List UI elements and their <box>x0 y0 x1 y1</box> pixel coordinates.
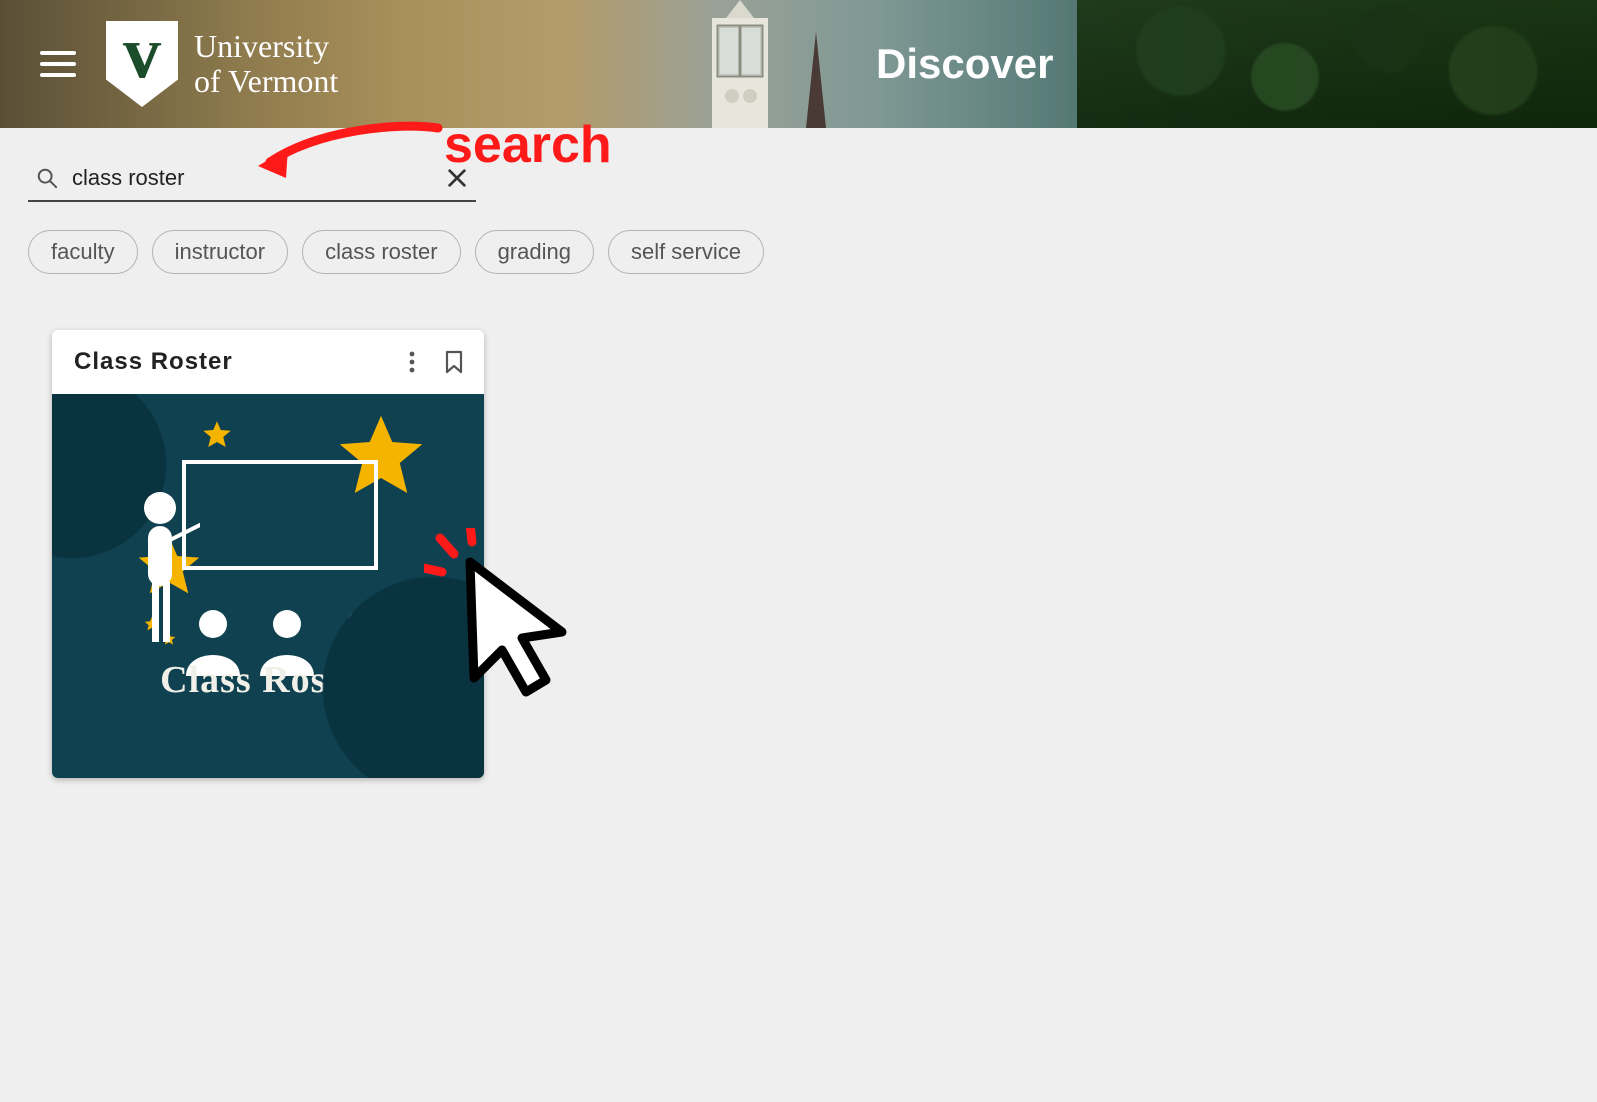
filter-chip-faculty[interactable]: faculty <box>28 230 138 274</box>
page-title: Discover <box>876 0 1053 128</box>
menu-button[interactable] <box>40 51 76 77</box>
filter-chip-instructor[interactable]: instructor <box>152 230 288 274</box>
bookmark-icon <box>445 350 463 374</box>
card-header: Class Roster <box>52 330 484 394</box>
filter-chip-self-service[interactable]: self service <box>608 230 764 274</box>
spire-illustration <box>796 32 836 128</box>
filter-chip-class-roster[interactable]: class roster <box>302 230 460 274</box>
shield-logo-icon: V <box>106 21 178 107</box>
star-icon <box>384 620 400 636</box>
annotation-search: search <box>258 116 612 186</box>
card-bookmark-button[interactable] <box>444 350 464 374</box>
card-image-label: Class Roster <box>52 658 484 702</box>
card-title: Class Roster <box>74 348 402 376</box>
trees-illustration <box>1077 0 1597 128</box>
result-card-class-roster[interactable]: Class Roster <box>52 330 484 778</box>
filter-chip-row: faculty instructor class roster grading … <box>28 230 1569 274</box>
brand-text: University of Vermont <box>194 29 338 99</box>
tower-illustration <box>680 0 800 128</box>
more-vertical-icon <box>409 351 415 373</box>
arrow-icon <box>258 116 448 186</box>
annotation-search-label: search <box>444 115 612 175</box>
search-icon <box>36 167 58 189</box>
card-image: Class Roster <box>52 394 484 778</box>
brand-logo[interactable]: V University of Vermont <box>106 21 338 107</box>
star-icon <box>370 592 392 614</box>
app-header: V University of Vermont Discover <box>0 0 1597 128</box>
card-more-button[interactable] <box>402 350 422 374</box>
brand-line1: University <box>194 29 338 64</box>
star-icon <box>202 420 232 450</box>
filter-chip-grading[interactable]: grading <box>475 230 594 274</box>
brand-line2: of Vermont <box>194 64 338 99</box>
